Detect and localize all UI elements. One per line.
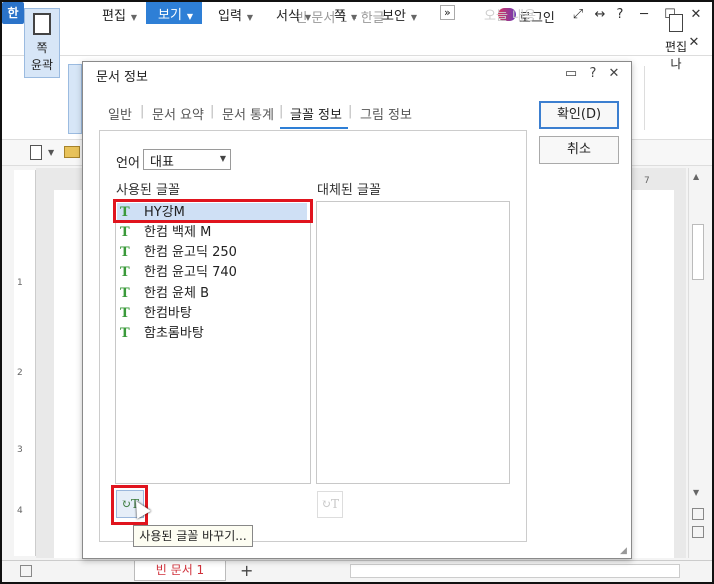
active-tab-indicator — [280, 127, 348, 129]
new-document-icon[interactable] — [30, 145, 42, 160]
vertical-ruler: 1 2 3 4 — [14, 170, 36, 556]
chevron-down-icon: ▼ — [304, 13, 312, 22]
page-outline-label: 쪽 윤곽 — [30, 41, 54, 72]
font-icon: T — [120, 265, 130, 280]
hancom-logo-icon[interactable]: 한 — [2, 2, 24, 24]
tab-summary[interactable]: 문서 요약 — [152, 104, 204, 123]
font-icon: T — [120, 225, 130, 240]
next-page-icon[interactable] — [692, 526, 704, 538]
resize-grip-icon[interactable]: ◢ — [620, 546, 627, 556]
tab-separator: | — [348, 104, 353, 119]
menu-bar — [2, 30, 712, 56]
list-item[interactable]: T 한컴바탕 — [120, 304, 310, 323]
replaced-fonts-list[interactable] — [316, 201, 510, 484]
menu-page-label: 쪽 — [334, 9, 346, 24]
menu-format[interactable]: 서식 ▼ — [276, 5, 311, 24]
menu-edit[interactable]: 편집 ▼ — [102, 5, 137, 24]
dialog-comment-icon[interactable]: ▭ — [563, 66, 579, 82]
font-icon: T — [120, 245, 130, 260]
tab-separator: | — [210, 104, 215, 119]
dialog-close-icon[interactable]: ✕ — [606, 66, 622, 82]
menu-format-label: 서식 — [276, 9, 300, 24]
prev-page-icon[interactable] — [692, 508, 704, 520]
tab-image-info[interactable]: 그림 정보 — [360, 104, 412, 123]
ruler-mark: 3 — [17, 445, 23, 455]
replaced-fonts-label: 대체된 글꼴 — [317, 183, 381, 198]
list-item[interactable]: T 한컴 윤고딕 740 — [120, 263, 310, 282]
ruler-mark: 4 — [17, 506, 23, 516]
ruler-mark: 2 — [17, 368, 23, 378]
menu-view-label: 보기 — [158, 8, 182, 23]
tab-separator: | — [140, 104, 145, 119]
font-icon: T — [120, 306, 130, 321]
chevron-down-icon: ▼ — [350, 13, 358, 22]
menu-insert-label: 입력 — [218, 9, 242, 24]
menu-page[interactable]: 쪽 ▼ — [334, 5, 357, 24]
language-select-value: 대표 — [150, 155, 174, 170]
horizontal-scrollbar[interactable] — [350, 564, 680, 578]
scroll-up-icon[interactable]: ▲ — [693, 172, 699, 181]
ribbon-button-partial[interactable] — [68, 64, 82, 134]
font-name: 한컴바탕 — [144, 306, 192, 321]
menu-security[interactable]: 보안 ▼ — [382, 5, 417, 24]
list-item[interactable]: T 한컴 윤체 B — [120, 284, 310, 303]
ruler-mark: 1 — [17, 278, 23, 288]
menu-edit-label: 편집 — [102, 9, 126, 24]
tab-separator: | — [279, 104, 284, 119]
replace-font-disabled-button: ↻T — [317, 491, 343, 518]
page-outline-icon — [33, 13, 51, 35]
edit-mode-button[interactable]: 편집 나 — [652, 14, 700, 72]
font-name: 한컴 윤체 B — [144, 286, 210, 301]
list-item[interactable]: T 한컴 백제 M — [120, 223, 310, 242]
scroll-thumb[interactable] — [692, 224, 704, 280]
resize-icon[interactable]: ↔ — [592, 7, 608, 23]
cancel-button[interactable]: 취소 — [539, 136, 619, 164]
minimize-icon[interactable]: ─ — [636, 7, 652, 23]
font-icon: T — [120, 326, 130, 341]
help-icon[interactable]: ? — [612, 7, 628, 23]
selection-highlight-box — [113, 199, 313, 223]
edit-mode-label: 편집 나 — [664, 40, 688, 71]
chevron-down-icon[interactable]: ▼ — [48, 148, 54, 157]
language-label: 언어 — [116, 156, 140, 171]
scroll-down-icon[interactable]: ▼ — [693, 488, 699, 497]
font-name: 한컴 윤고딕 740 — [144, 265, 237, 280]
ribbon-divider — [644, 66, 645, 130]
view-toggle-icon[interactable] — [20, 565, 32, 577]
ok-button[interactable]: 확인(D) — [539, 101, 619, 129]
fullscreen-icon[interactable]: ⤢ — [570, 7, 586, 23]
tab-general[interactable]: 일반 — [108, 104, 132, 123]
used-fonts-label: 사용된 글꼴 — [116, 183, 180, 198]
menu-insert[interactable]: 입력 ▼ — [218, 5, 253, 24]
menu-overflow-button[interactable]: » — [440, 5, 455, 20]
vertical-scrollbar[interactable]: ▲ ▼ — [688, 168, 708, 558]
list-item[interactable]: T 함초롬바탕 — [120, 324, 310, 343]
menu-faded-item: 오늘 내용 — [484, 9, 536, 24]
font-name: 함초롬바탕 — [144, 326, 204, 341]
chevron-down-icon: ▼ — [130, 13, 138, 22]
menu-security-label: 보안 — [382, 9, 406, 24]
document-tab[interactable]: 빈 문서 1 — [134, 561, 226, 581]
open-folder-icon[interactable] — [64, 146, 80, 158]
menu-view[interactable]: 보기 ▼ — [146, 2, 202, 24]
tab-font-info[interactable]: 글꼴 정보 — [290, 104, 342, 123]
font-name: 한컴 윤고딕 250 — [144, 245, 237, 260]
font-icon: T — [120, 286, 130, 301]
ruler-mark-top: 7 — [644, 176, 650, 186]
list-item[interactable]: T 한컴 윤고딕 250 — [120, 243, 310, 262]
chevron-down-icon: ▼ — [410, 13, 418, 22]
dialog-title: 문서 정보 — [96, 70, 148, 85]
chevron-down-icon: ▼ — [246, 13, 254, 22]
dialog-help-icon[interactable]: ? — [585, 66, 601, 82]
chevron-down-icon: ▼ — [186, 12, 194, 21]
chevron-down-icon: ▼ — [219, 154, 226, 163]
add-tab-button[interactable]: + — [240, 561, 253, 580]
language-select[interactable]: 대표 ▼ — [143, 149, 231, 170]
page-outline-button[interactable]: 쪽 윤곽 — [24, 8, 60, 78]
font-name: 한컴 백제 M — [144, 225, 212, 240]
tab-statistics[interactable]: 문서 통계 — [222, 104, 274, 123]
edit-mode-icon — [669, 14, 683, 32]
replace-font-tooltip: 사용된 글꼴 바꾸기... — [133, 525, 253, 547]
